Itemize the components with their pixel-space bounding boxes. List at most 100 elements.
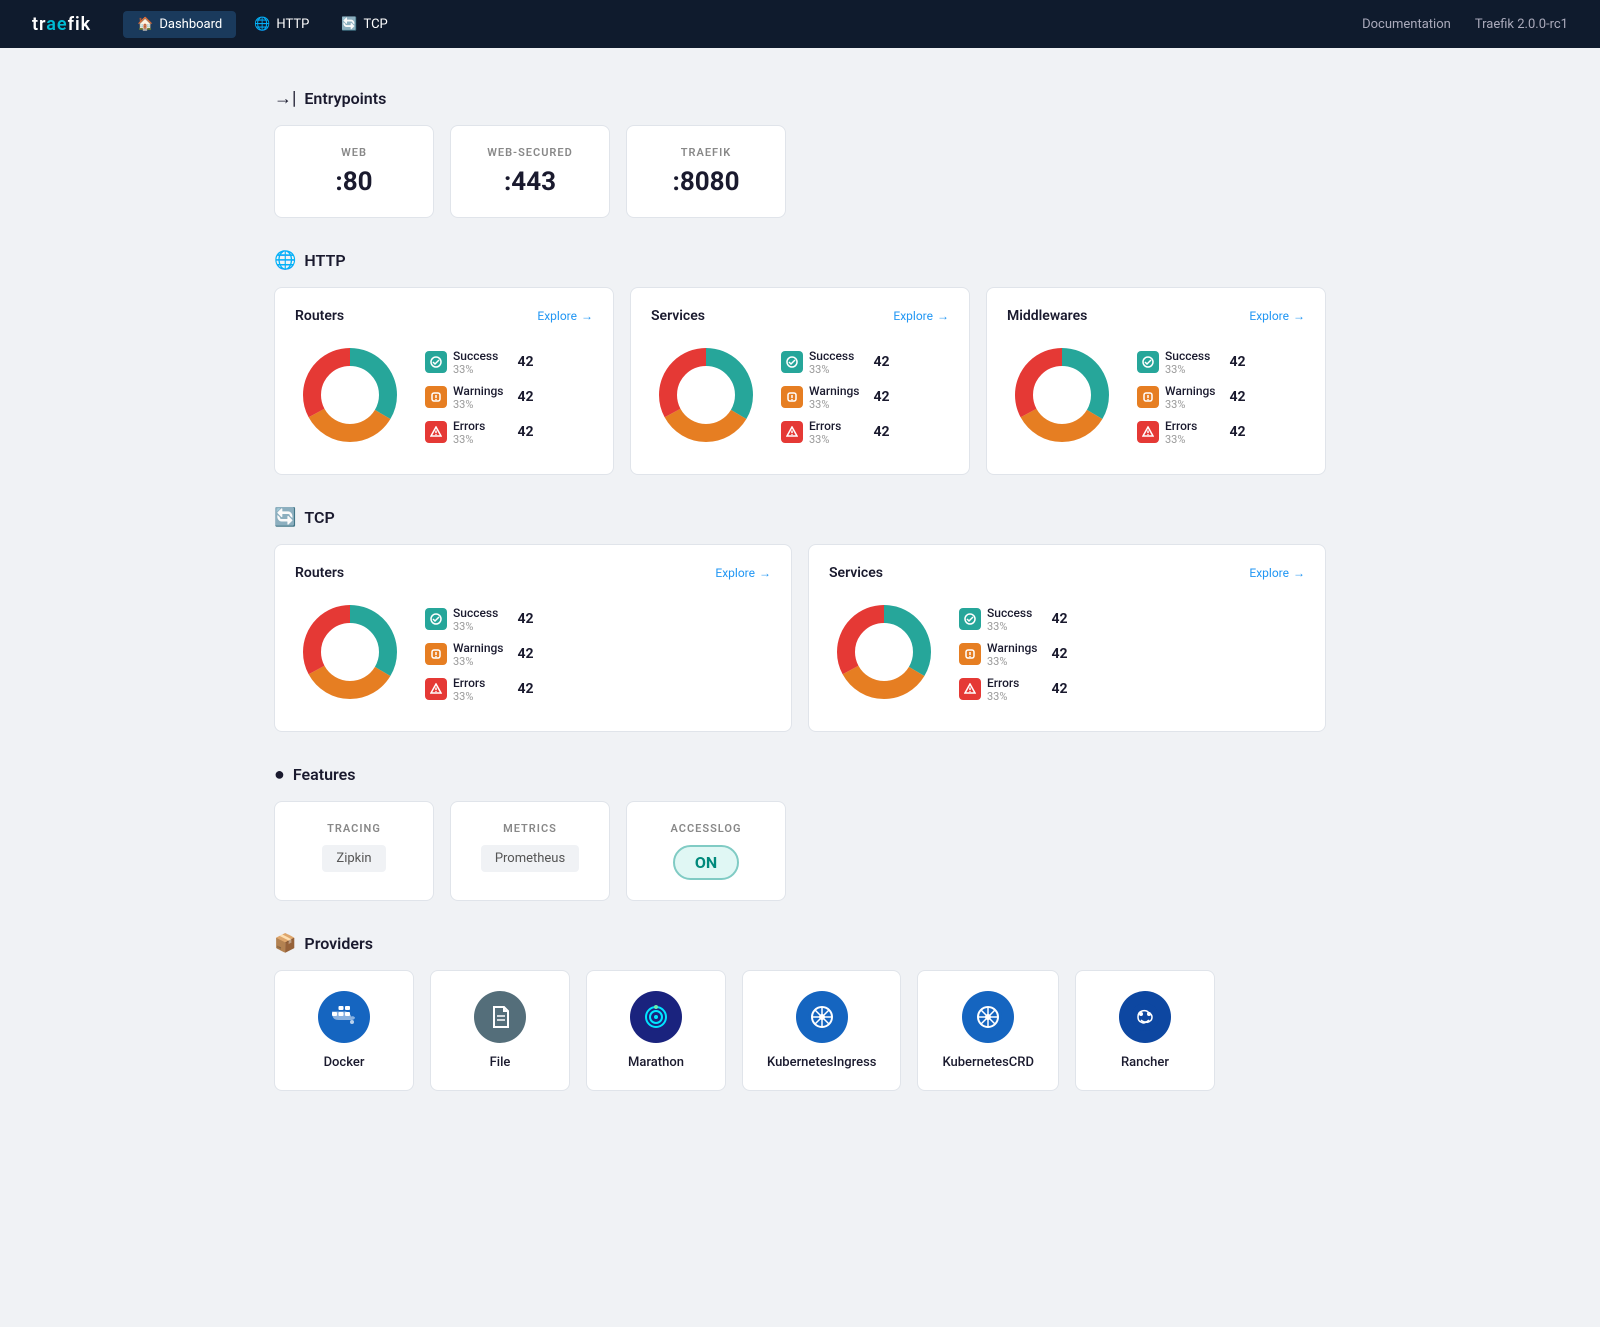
warning-label: Warnings — [453, 384, 503, 398]
tcp-services-legend: Success 33% 42 Warnings 33% 42 — [959, 606, 1068, 703]
feature-accesslog: ACCESSLOG ON — [626, 801, 786, 901]
tcp-r-success-icon — [425, 608, 447, 630]
entrypoint-web: WEB :80 — [274, 125, 434, 218]
http-routers-explore[interactable]: Explore → — [537, 309, 593, 323]
http-routers-card: Routers Explore → — [274, 287, 614, 475]
provider-kubernetes-crd[interactable]: KubernetesCRD — [917, 970, 1059, 1091]
entrypoint-web-secured-value: :443 — [479, 167, 581, 197]
nav-right: Documentation Traefik 2.0.0-rc1 — [1362, 17, 1568, 32]
http-middlewares-card: Middlewares Explore → — [986, 287, 1326, 475]
marathon-icon — [630, 991, 682, 1043]
tcp-s-error-icon — [959, 678, 981, 700]
success-count: 42 — [517, 354, 533, 370]
error-icon — [425, 421, 447, 443]
provider-kubernetes-ingress[interactable]: KubernetesIngress — [742, 970, 901, 1091]
features-row: TRACING Zipkin METRICS Prometheus ACCESS… — [274, 801, 1326, 901]
home-icon: 🏠 — [137, 17, 153, 32]
http-middlewares-explore[interactable]: Explore → — [1249, 309, 1305, 323]
kubernetes-ingress-label: KubernetesIngress — [767, 1055, 876, 1070]
feature-accesslog-value: ON — [673, 845, 739, 880]
nav-links: 🏠 Dashboard 🌐 HTTP 🔄 TCP — [123, 11, 1362, 38]
svc-error-icon — [781, 421, 803, 443]
http-middlewares-title: Middlewares — [1007, 308, 1087, 324]
brand-text: traefik — [32, 14, 91, 35]
tcp-cards-row: Routers Explore → — [274, 544, 1326, 732]
entrypoints-title: Entrypoints — [304, 89, 386, 108]
providers-row: Docker File — [274, 970, 1326, 1091]
features-title: Features — [293, 765, 356, 784]
svc-success-icon — [781, 351, 803, 373]
arrow-right-icon3: → — [1293, 309, 1305, 323]
arrow-right-icon4: → — [759, 566, 771, 580]
provider-file[interactable]: File — [430, 970, 570, 1091]
tcp-s-success-icon — [959, 608, 981, 630]
provider-marathon[interactable]: Marathon — [586, 970, 726, 1091]
arrow-right-icon2: → — [937, 309, 949, 323]
entrypoint-web-secured-label: WEB-SECURED — [479, 146, 581, 159]
success-pct: 33% — [453, 363, 503, 376]
provider-docker[interactable]: Docker — [274, 970, 414, 1091]
brand: traefik — [32, 14, 91, 35]
tcp-services-title: Services — [829, 565, 883, 581]
feature-tracing-label: TRACING — [303, 822, 405, 835]
file-icon — [474, 991, 526, 1043]
mw-success-icon — [1137, 351, 1159, 373]
warning-pct: 33% — [453, 398, 503, 411]
mw-warning-icon — [1137, 386, 1159, 408]
provider-rancher[interactable]: Rancher — [1075, 970, 1215, 1091]
kubernetes-ingress-icon — [796, 991, 848, 1043]
http-cards-row: Routers Explore → — [274, 287, 1326, 475]
http-middlewares-header: Middlewares Explore → — [1007, 308, 1305, 324]
warning-icon — [425, 386, 447, 408]
entrypoint-traefik-value: :8080 — [655, 167, 757, 197]
http-services-explore[interactable]: Explore → — [893, 309, 949, 323]
nav-tcp[interactable]: 🔄 TCP — [327, 11, 401, 38]
http-middlewares-legend: Success 33% 42 Warnings 33% 42 — [1137, 349, 1246, 446]
tcp-s-warning-icon — [959, 643, 981, 665]
http-services-title: Services — [651, 308, 705, 324]
http-services-card: Services Explore → — [630, 287, 970, 475]
rancher-icon — [1119, 991, 1171, 1043]
http-routers-donut — [295, 340, 405, 454]
entrypoint-traefik: TRAEFIK :8080 — [626, 125, 786, 218]
entrypoint-web-value: :80 — [303, 167, 405, 197]
legend-success: Success 33% 42 — [425, 349, 534, 376]
navbar: traefik 🏠 Dashboard 🌐 HTTP 🔄 TCP Documen… — [0, 0, 1600, 48]
kubernetes-crd-label: KubernetesCRD — [942, 1055, 1034, 1070]
legend-warning: Warnings 33% 42 — [425, 384, 534, 411]
http-services-legend: Success 33% 42 Warnings 33% 42 — [781, 349, 890, 446]
http-icon: 🌐 — [274, 250, 296, 271]
nav-http[interactable]: 🌐 HTTP — [240, 11, 323, 38]
entrypoint-web-secured: WEB-SECURED :443 — [450, 125, 610, 218]
entrypoints-icon: →| — [274, 88, 296, 109]
http-services-header: Services Explore → — [651, 308, 949, 324]
tcp-services-donut — [829, 597, 939, 711]
http-routers-legend: Success 33% 42 Warnings 33% 42 — [425, 349, 534, 446]
success-label: Success — [453, 349, 503, 363]
nav-dashboard[interactable]: 🏠 Dashboard — [123, 11, 236, 38]
providers-section-header: 📦 Providers — [274, 933, 1326, 954]
tcp-routers-card: Routers Explore → — [274, 544, 792, 732]
error-label: Errors — [453, 419, 503, 433]
error-pct: 33% — [453, 433, 503, 446]
tcp-services-header: Services Explore → — [829, 565, 1305, 581]
tcp-routers-donut — [295, 597, 405, 711]
http-globe-icon: 🌐 — [254, 17, 270, 32]
docker-icon — [318, 991, 370, 1043]
tcp-section-header: 🔄 TCP — [274, 507, 1326, 528]
success-icon — [425, 351, 447, 373]
tcp-routers-explore[interactable]: Explore → — [715, 566, 771, 580]
features-section-header: ● Features — [274, 764, 1326, 785]
http-routers-header: Routers Explore → — [295, 308, 593, 324]
tcp-services-explore[interactable]: Explore → — [1249, 566, 1305, 580]
entrypoint-web-label: WEB — [303, 146, 405, 159]
feature-metrics: METRICS Prometheus — [450, 801, 610, 901]
docs-link[interactable]: Documentation — [1362, 17, 1451, 32]
http-routers-title: Routers — [295, 308, 344, 324]
tcp-routers-title: Routers — [295, 565, 344, 581]
tcp-icon-section: 🔄 — [274, 507, 296, 528]
tcp-services-body: Success 33% 42 Warnings 33% 42 — [829, 597, 1305, 711]
docker-label: Docker — [324, 1055, 365, 1070]
arrow-right-icon: → — [581, 309, 593, 323]
feature-metrics-label: METRICS — [479, 822, 581, 835]
